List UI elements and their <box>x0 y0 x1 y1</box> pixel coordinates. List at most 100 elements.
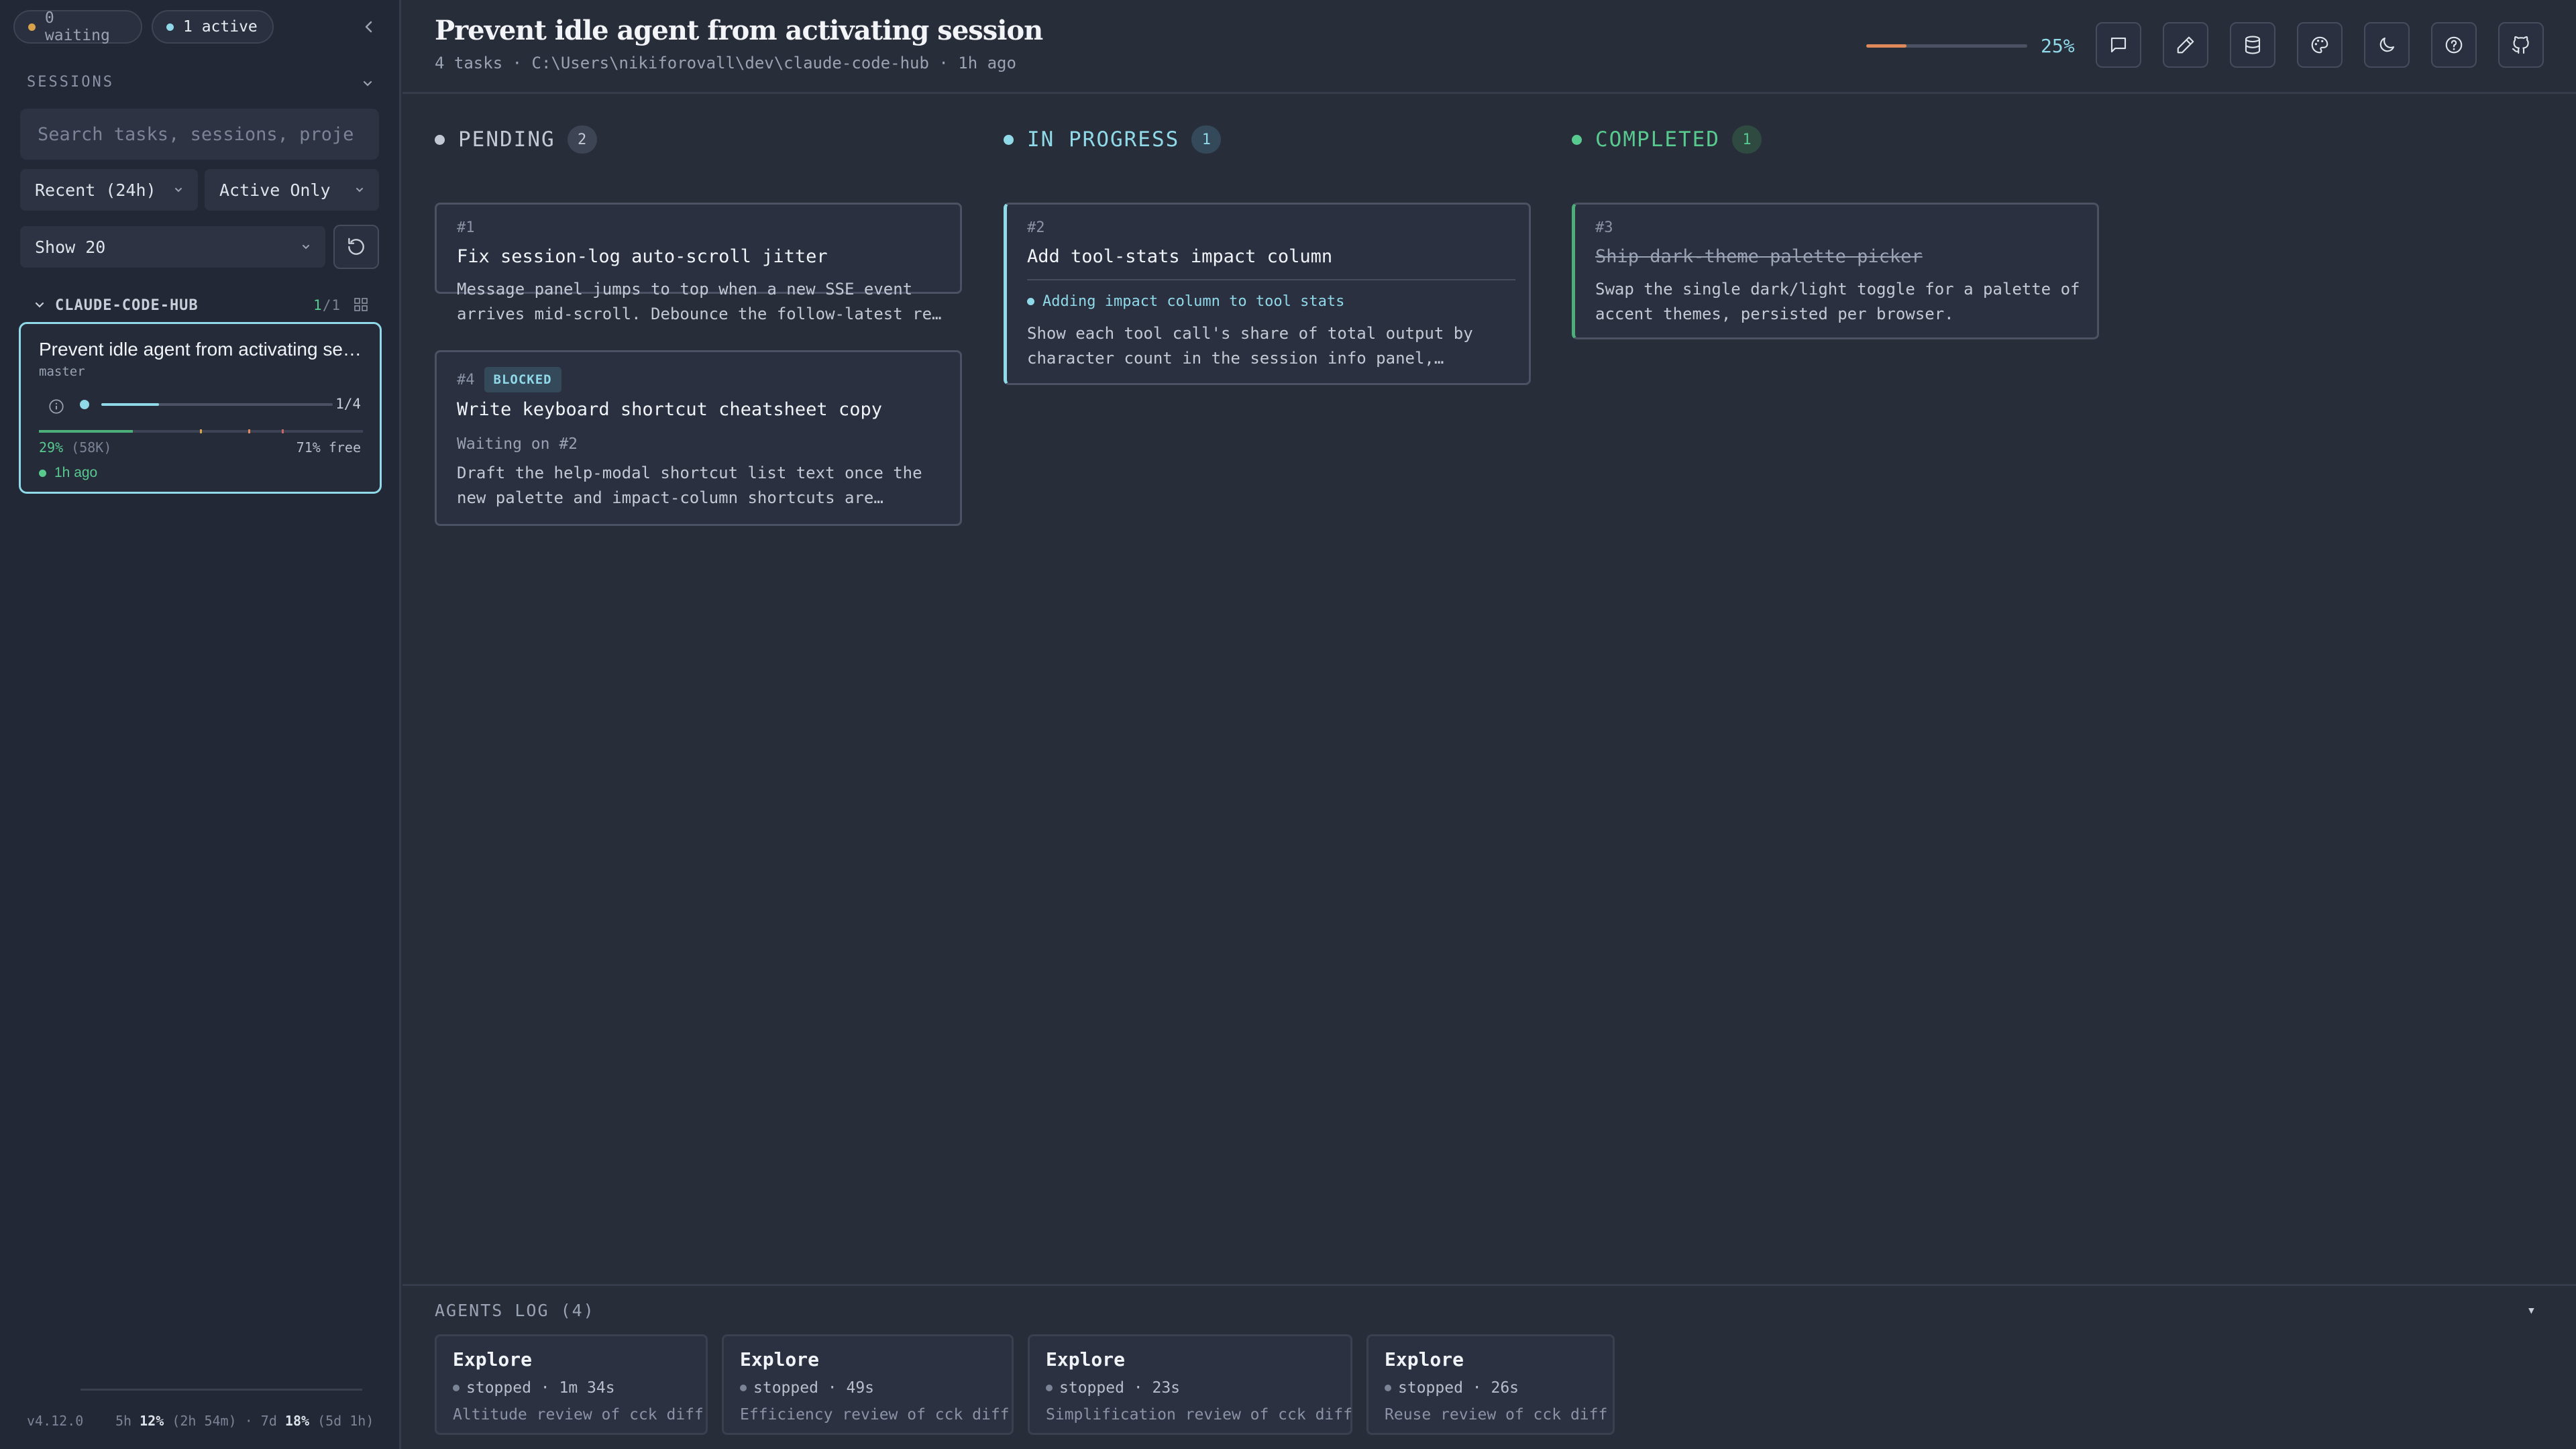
agents-log-panel: AGENTS LOG (4) ▾ Explore stopped · 1m 34… <box>402 1284 2576 1449</box>
task-card[interactable]: #2 Add tool-stats impact column Adding i… <box>1004 203 1531 385</box>
status-dot <box>39 469 46 477</box>
project-total-count: 1 <box>331 297 341 313</box>
task-card[interactable]: #1 Fix session-log auto-scroll jitter Me… <box>435 203 962 323</box>
time-range-select[interactable]: Recent (24h) <box>20 169 198 211</box>
usage-limits: 5h 12% (2h 54m) · 7d 18% (5d 1h) <box>115 1413 374 1429</box>
agent-name: Explore <box>1385 1348 1464 1371</box>
task-title: Write keyboard shortcut cheatsheet copy <box>457 399 882 420</box>
project-group-header[interactable]: CLAUDE-CODE-HUB 1/1 <box>34 294 369 317</box>
task-title: Add tool-stats impact column <box>1027 246 1333 267</box>
active-filter-pill[interactable]: 1 active <box>152 10 274 44</box>
project-active-count: 1 <box>313 297 323 313</box>
session-time: 1h ago <box>39 465 97 481</box>
session-meta: 4 tasks · C:\Users\nikiforovall\dev\clau… <box>435 54 1016 72</box>
session-card[interactable]: Prevent idle agent from activating sessi… <box>19 322 382 494</box>
time-range-value: Recent (24h) <box>35 180 156 200</box>
palette-icon <box>2311 36 2328 54</box>
refresh-button[interactable] <box>333 225 379 269</box>
usage-7d-reset: (5d 1h) <box>317 1413 374 1429</box>
column-label: COMPLETED <box>1595 127 1720 152</box>
sidebar-footer: v4.12.0 5h 12% (2h 54m) · 7d 18% (5d 1h) <box>0 1389 401 1449</box>
pending-dot <box>435 134 445 145</box>
task-card[interactable]: #3 Ship dark-theme palette picker Swap t… <box>1572 203 2099 339</box>
column-count: 1 <box>1731 125 1762 154</box>
agent-status: stopped · 23s <box>1046 1379 1180 1397</box>
status-filter-select[interactable]: Active Only <box>205 169 379 211</box>
task-id-text: #3 <box>1595 219 1613 236</box>
task-id: #2 <box>1027 219 1045 236</box>
message-button[interactable] <box>2096 22 2141 68</box>
app-version: v4.12.0 <box>27 1413 84 1429</box>
footer-divider <box>80 1389 362 1391</box>
waiting-filter-pill[interactable]: 0 waiting <box>13 9 142 44</box>
sidebar: 0 waiting 1 active SESSIONS Recent (24h)… <box>0 0 401 1449</box>
column-header-in-progress: IN PROGRESS 1 <box>1004 125 1222 154</box>
column-count: 2 <box>567 125 597 154</box>
github-button[interactable] <box>2498 22 2544 68</box>
info-icon[interactable] <box>48 398 65 415</box>
session-progress-fill <box>101 403 160 406</box>
agent-description: Simplification review of cck diff <box>1046 1406 1352 1424</box>
help-icon <box>2445 36 2463 54</box>
session-time-text: 1h ago <box>54 465 98 480</box>
completed-dot <box>1572 134 1582 145</box>
in-progress-dot <box>1004 134 1014 145</box>
context-used-text: 29% (58K) <box>39 439 111 455</box>
session-title: Prevent idle agent from activating sessi… <box>39 339 368 360</box>
database-button[interactable] <box>2230 22 2275 68</box>
agents-log-toggle[interactable]: ▾ <box>2527 1302 2536 1319</box>
agent-card[interactable]: Explore stopped · 1m 34s Altitude review… <box>435 1334 708 1435</box>
agent-name: Explore <box>1046 1348 1126 1371</box>
task-card[interactable]: #4 BLOCKED Write keyboard shortcut cheat… <box>435 350 962 526</box>
usage-5h-pct: 12% <box>140 1413 164 1429</box>
agent-description: Efficiency review of cck diff <box>740 1406 1010 1424</box>
app-root: 0 waiting 1 active SESSIONS Recent (24h)… <box>0 0 2576 1449</box>
agent-status-text: stopped · 23s <box>1059 1379 1181 1397</box>
theme-toggle-button[interactable] <box>2364 22 2410 68</box>
task-description: Draft the help-modal shortcut list text … <box>457 464 922 507</box>
session-branch: master <box>39 364 85 379</box>
task-description: Show each tool call's share of total out… <box>1027 324 1473 368</box>
overall-progress-fill <box>1866 44 1907 48</box>
search-input[interactable] <box>20 109 379 160</box>
palette-button[interactable] <box>2297 22 2343 68</box>
pencil-icon <box>2177 36 2194 54</box>
show-count-select[interactable]: Show 20 <box>20 226 325 268</box>
active-dot <box>166 23 174 31</box>
grid-icon[interactable] <box>353 297 369 313</box>
help-button[interactable] <box>2431 22 2477 68</box>
task-id-text: #1 <box>457 219 475 236</box>
chevron-left-icon <box>365 21 372 33</box>
status-dot <box>740 1385 747 1391</box>
task-description: Swap the single dark/light toggle for a … <box>1595 280 2080 323</box>
agent-status: stopped · 1m 34s <box>453 1379 615 1397</box>
task-id: #1 <box>457 219 475 236</box>
agents-log-title: AGENTS LOG (4) <box>435 1301 595 1320</box>
context-tokens: (58K) <box>71 439 112 455</box>
context-marker <box>200 429 202 433</box>
agent-description: Altitude review of cck diff <box>453 1406 704 1424</box>
session-progress-text: 1/4 <box>335 396 361 412</box>
collapse-sidebar-button[interactable] <box>361 17 377 37</box>
waiting-label: 0 waiting <box>44 9 110 44</box>
edit-button[interactable] <box>2163 22 2208 68</box>
task-activity-text: Adding impact column to tool stats <box>1042 293 1345 310</box>
activity-dot <box>1027 298 1034 305</box>
agent-card[interactable]: Explore stopped · 23s Simplification rev… <box>1028 1334 1352 1435</box>
agent-status-text: stopped · 1m 34s <box>466 1379 615 1397</box>
task-activity: Adding impact column to tool stats <box>1027 293 1344 310</box>
usage-7d-label: 7d <box>260 1413 277 1429</box>
blocked-badge: BLOCKED <box>484 367 561 392</box>
chevron-down-icon <box>303 245 309 250</box>
context-free-text: 71% free <box>296 439 361 455</box>
task-description: Message panel jumps to top when a new SS… <box>457 280 942 323</box>
session-status-dot <box>80 400 89 409</box>
column-count: 1 <box>1191 125 1222 154</box>
agent-card[interactable]: Explore stopped · 49s Efficiency review … <box>722 1334 1014 1435</box>
session-progress-bar <box>101 403 333 406</box>
column-header-completed: COMPLETED 1 <box>1572 125 1762 154</box>
active-label: 1 active <box>183 18 258 36</box>
agent-card[interactable]: Explore stopped · 26s Reuse review of cc… <box>1366 1334 1615 1435</box>
sessions-header[interactable]: SESSIONS <box>27 74 376 94</box>
task-id: #3 <box>1595 219 1613 236</box>
